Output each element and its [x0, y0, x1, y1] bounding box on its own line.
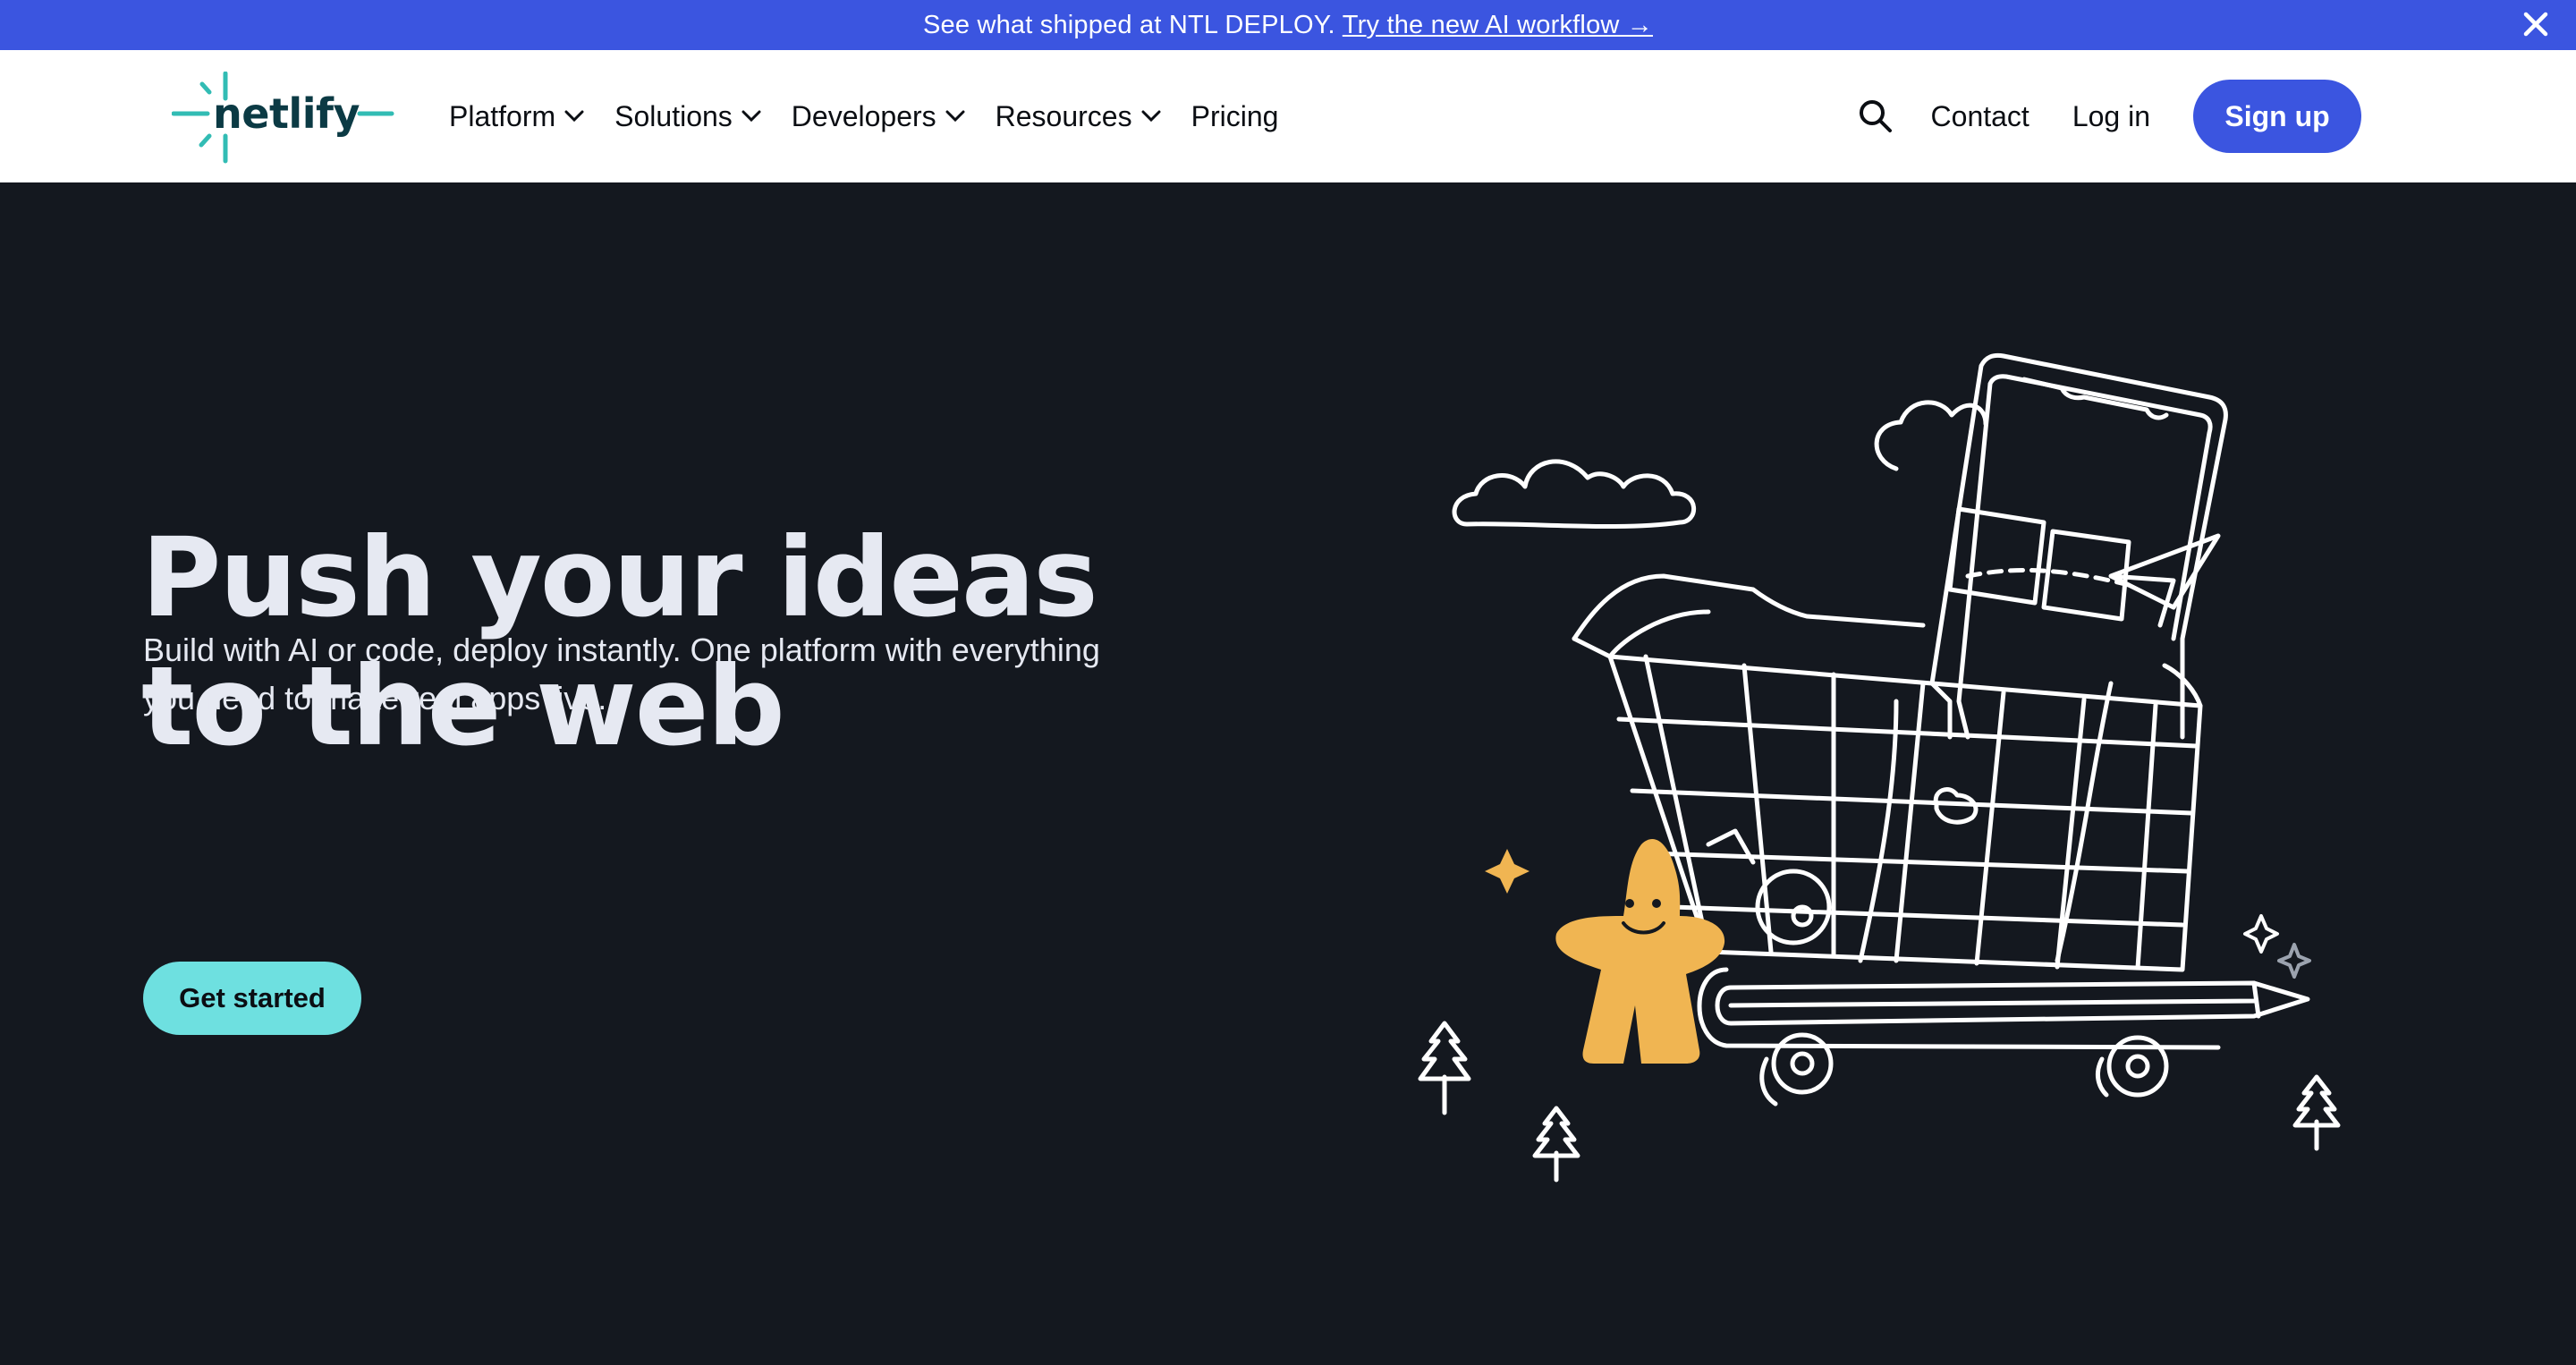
nav-developers[interactable]: Developers [792, 100, 965, 133]
nav-label: Resources [995, 99, 1132, 132]
cloud-icon [1452, 459, 1696, 529]
sparkle-icon [1485, 849, 1530, 894]
login-link[interactable]: Log in [2072, 100, 2150, 133]
nav-pricing[interactable]: Pricing [1191, 100, 1279, 133]
get-started-button[interactable]: Get started [143, 962, 361, 1035]
chevron-down-icon [945, 110, 965, 123]
sparkle-icon [2243, 914, 2279, 954]
signup-button[interactable]: Sign up [2193, 80, 2361, 153]
chevron-down-icon [741, 110, 761, 123]
nav-resources[interactable]: Resources [996, 100, 1161, 133]
nav-label: Pricing [1191, 99, 1279, 132]
sparkle-icon [2277, 943, 2311, 979]
hero-title-line: Push your ideas [141, 514, 1098, 641]
main-nav: Platform Solutions Developers Resources … [449, 50, 1309, 182]
site-header: netlify Platform Solutions Developers Re… [0, 50, 2576, 182]
hero-subtitle: Build with AI or code, deploy instantly.… [143, 626, 1216, 723]
nav-platform[interactable]: Platform [449, 100, 584, 133]
nav-solutions[interactable]: Solutions [614, 100, 761, 133]
banner-text: See what shipped at NTL DEPLOY. [922, 10, 1335, 39]
nav-label: Solutions [614, 99, 733, 132]
chevron-down-icon [564, 110, 584, 123]
contact-link[interactable]: Contact [1931, 100, 2029, 133]
hero-subtitle-line: you need to make real apps live. [143, 680, 607, 716]
tree-icon [1532, 1106, 1580, 1183]
logo-text: netlify [213, 89, 360, 138]
chevron-down-icon [1141, 110, 1161, 123]
close-icon[interactable] [2515, 4, 2556, 45]
nav-label: Developers [791, 99, 936, 132]
search-icon[interactable] [1856, 97, 1895, 136]
hero-subtitle-line: Build with AI or code, deploy instantly.… [143, 632, 1100, 668]
announcement-banner: See what shipped at NTL DEPLOY. Try the … [0, 0, 2576, 50]
banner-link[interactable]: Try the new AI workflow → [1343, 11, 1653, 40]
star-character [1555, 839, 1725, 1064]
netlify-logo[interactable]: netlify [172, 72, 395, 165]
tree-icon [1418, 1021, 1471, 1115]
nav-label: Platform [449, 99, 556, 132]
header-actions: Contact Log in Sign up [1856, 50, 2361, 182]
tree-icon [2292, 1074, 2341, 1151]
shopping-cart-illustration [1395, 343, 2361, 1202]
